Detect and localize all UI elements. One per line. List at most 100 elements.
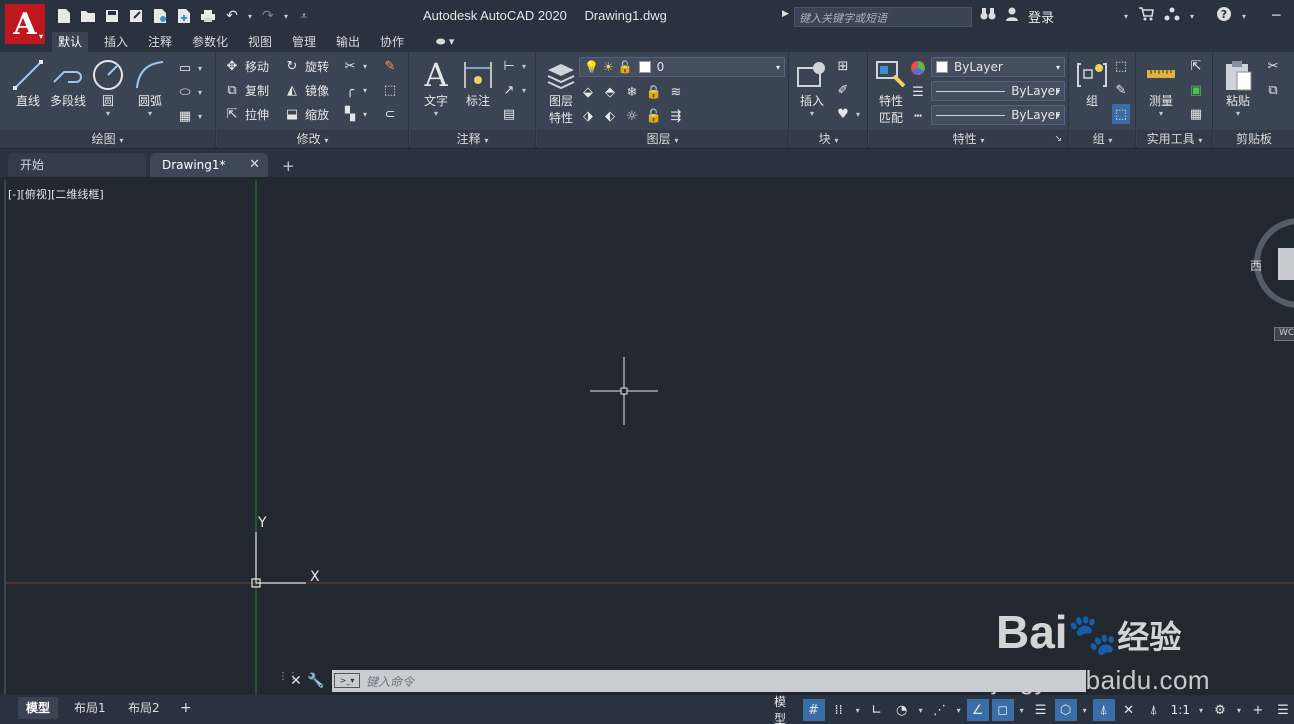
move-button[interactable]: ✥ 移动 bbox=[223, 56, 269, 76]
command-prompt-icon[interactable]: >_▾ bbox=[334, 673, 360, 688]
save-as-icon[interactable] bbox=[126, 6, 146, 26]
layer-dropdown[interactable]: 💡 ☀ 🔓 0 ▾ bbox=[579, 57, 785, 77]
object-snap-tracking-icon[interactable]: ∠ bbox=[966, 699, 989, 721]
help-dropdown-icon[interactable]: ▾ bbox=[1242, 12, 1246, 21]
layer-properties-button[interactable]: 图层 特性 bbox=[539, 58, 583, 126]
tab-start[interactable]: 开始 bbox=[8, 153, 146, 177]
paste-dropdown-icon[interactable]: ▾ bbox=[1216, 109, 1260, 118]
select-all-button[interactable]: ▣ bbox=[1187, 80, 1205, 100]
layer-lock-icon[interactable]: 🔒 bbox=[645, 83, 663, 101]
annotation-panel-title[interactable]: 注释 ▾ bbox=[410, 130, 535, 148]
undo-dropdown-icon[interactable]: ▾ bbox=[246, 6, 254, 26]
search-input[interactable]: 键入关键字或短语 bbox=[794, 7, 972, 27]
copy-clip-button[interactable]: ⧉ bbox=[1264, 80, 1282, 100]
app-dropdown-icon[interactable]: ▾ bbox=[1190, 12, 1194, 21]
print-icon[interactable] bbox=[198, 6, 218, 26]
insert-block-button[interactable]: 插入 ▾ bbox=[790, 58, 834, 118]
group-button[interactable]: 组 bbox=[1070, 58, 1114, 109]
array-button[interactable]: ▚ ▾ bbox=[341, 104, 367, 124]
dimension-button[interactable]: 标注 bbox=[456, 58, 500, 109]
autodesk-app-icon[interactable] bbox=[1164, 7, 1180, 25]
linetype-dropdown[interactable]: ByLayer ▾ bbox=[931, 81, 1065, 101]
layer-unisolate-icon[interactable]: ⬖ bbox=[601, 107, 619, 125]
rotate-button[interactable]: ↻ 旋转 bbox=[283, 56, 329, 76]
polar-tracking-icon[interactable]: ◔ bbox=[891, 699, 913, 721]
ungroup-button[interactable]: ⬚ bbox=[1112, 56, 1130, 76]
layer-match-icon[interactable]: ≋ bbox=[667, 83, 685, 101]
linear-dim-button[interactable]: ⊢ ▾ bbox=[500, 56, 526, 76]
hatch-button[interactable]: ▦ ▾ bbox=[176, 106, 202, 126]
annotation-monitor-icon[interactable]: + bbox=[1247, 699, 1269, 721]
new-file-icon[interactable] bbox=[54, 6, 74, 26]
workspace-dropdown-icon[interactable]: ▾ bbox=[1234, 699, 1244, 721]
lineweight-dropdown[interactable]: ByLayer ▾ bbox=[931, 105, 1065, 125]
redo-dropdown-icon[interactable]: ▾ bbox=[282, 6, 290, 26]
tab-manage[interactable]: 管理 bbox=[286, 32, 322, 52]
line-button[interactable]: 直线 bbox=[6, 58, 50, 109]
erase-button[interactable]: ✎ bbox=[381, 56, 399, 76]
customization-menu-icon[interactable]: ☰ bbox=[1272, 699, 1294, 721]
new-tab-plus-icon[interactable]: + bbox=[282, 157, 295, 175]
open-folder-icon[interactable] bbox=[78, 6, 98, 26]
object-snap-dropdown-icon[interactable]: ▾ bbox=[1017, 699, 1027, 721]
viewcube-top-face[interactable] bbox=[1278, 248, 1294, 280]
linetype-button[interactable]: ┅ bbox=[909, 106, 927, 126]
color-wheel-button[interactable] bbox=[909, 58, 927, 78]
object-snap-icon[interactable]: ◻ bbox=[991, 699, 1014, 721]
tab-collaborate[interactable]: 协作 bbox=[374, 32, 410, 52]
isodraft-icon[interactable]: ⋰ bbox=[929, 699, 951, 721]
command-close-icon[interactable]: ✕ bbox=[286, 673, 306, 689]
layer-on-all-icon[interactable]: ⬗ bbox=[579, 107, 597, 125]
layer-isolate-icon[interactable]: ⬘ bbox=[601, 83, 619, 101]
tab-view[interactable]: 视图 bbox=[242, 32, 278, 52]
calculator-button[interactable]: ▦ bbox=[1187, 104, 1205, 124]
tab-home[interactable]: 默认 bbox=[52, 32, 89, 52]
viewport-controls-label[interactable]: [-][俯视][二维线框] bbox=[8, 186, 104, 202]
table-button[interactable]: ▤ bbox=[500, 104, 518, 124]
layer-thaw-all-icon[interactable]: ☼ bbox=[623, 107, 641, 125]
wcs-menu[interactable]: WC bbox=[1274, 327, 1294, 341]
leader-button[interactable]: ↗ ▾ bbox=[500, 80, 526, 100]
utilities-panel-title[interactable]: 实用工具 ▾ bbox=[1137, 130, 1212, 148]
login-dropdown-icon[interactable]: ▾ bbox=[1124, 12, 1128, 21]
group-select-toggle[interactable]: ⬚ bbox=[1112, 104, 1130, 124]
binoculars-icon[interactable] bbox=[980, 7, 996, 25]
auto-scale-icon[interactable]: ✕ bbox=[1118, 699, 1140, 721]
save-icon[interactable] bbox=[102, 6, 122, 26]
paste-button[interactable]: 粘贴 ▾ bbox=[1216, 58, 1260, 118]
trim-button[interactable]: ✂ ▾ bbox=[341, 56, 367, 76]
properties-panel-title[interactable]: 特性 ▾ ↘ bbox=[869, 130, 1068, 148]
ellipse-button[interactable]: ⬭ ▾ bbox=[176, 82, 202, 102]
redo-icon[interactable]: ↷ bbox=[258, 6, 278, 26]
viewcube-west-label[interactable]: 西 bbox=[1250, 257, 1262, 274]
explode-button[interactable]: ⬚ bbox=[381, 80, 399, 100]
command-input[interactable]: >_▾ 键入命令 bbox=[332, 670, 1086, 692]
quick-select-button[interactable]: ⇱ bbox=[1187, 56, 1205, 76]
login-link[interactable]: 登录 bbox=[1028, 7, 1054, 26]
lineweight-button[interactable]: ☰ bbox=[909, 82, 927, 102]
open-web-icon[interactable] bbox=[150, 6, 170, 26]
groups-panel-title[interactable]: 组 ▾ bbox=[1070, 130, 1135, 148]
edit-block-button[interactable]: ✐ bbox=[834, 80, 852, 100]
layer-change-icon[interactable]: ⇶ bbox=[667, 107, 685, 125]
snap-dropdown-icon[interactable]: ▾ bbox=[853, 699, 863, 721]
cart-icon[interactable] bbox=[1138, 7, 1154, 25]
group-edit-button[interactable]: ✎ bbox=[1112, 80, 1130, 100]
panel-launcher-icon[interactable]: ↘ bbox=[1054, 130, 1062, 148]
tab-output[interactable]: 输出 bbox=[330, 32, 366, 52]
undo-icon[interactable]: ↶ bbox=[222, 6, 242, 26]
draw-panel-title[interactable]: 绘图 ▾ bbox=[0, 130, 215, 148]
workspace-gear-icon[interactable]: ⚙ bbox=[1209, 699, 1231, 721]
layer-off-icon[interactable]: ⬙ bbox=[579, 83, 597, 101]
snap-icon[interactable]: ⁞⁞ bbox=[828, 699, 850, 721]
tab-parametric[interactable]: 参数化 bbox=[186, 32, 234, 52]
model-space-toggle[interactable]: 模型 bbox=[770, 695, 800, 724]
arc-dropdown-icon[interactable]: ▾ bbox=[128, 109, 172, 118]
annotation-visibility-icon[interactable]: ⍋ bbox=[1092, 699, 1115, 721]
tab-insert[interactable]: 插入 bbox=[98, 32, 134, 52]
close-tab-icon[interactable]: ✕ bbox=[249, 153, 260, 177]
command-customize-icon[interactable]: 🔧 bbox=[306, 673, 326, 689]
mirror-button[interactable]: ◭ 镜像 bbox=[283, 80, 329, 100]
measure-button[interactable]: 测量 ▾ bbox=[1139, 58, 1183, 118]
circle-button[interactable]: 圆 ▾ bbox=[86, 58, 130, 118]
